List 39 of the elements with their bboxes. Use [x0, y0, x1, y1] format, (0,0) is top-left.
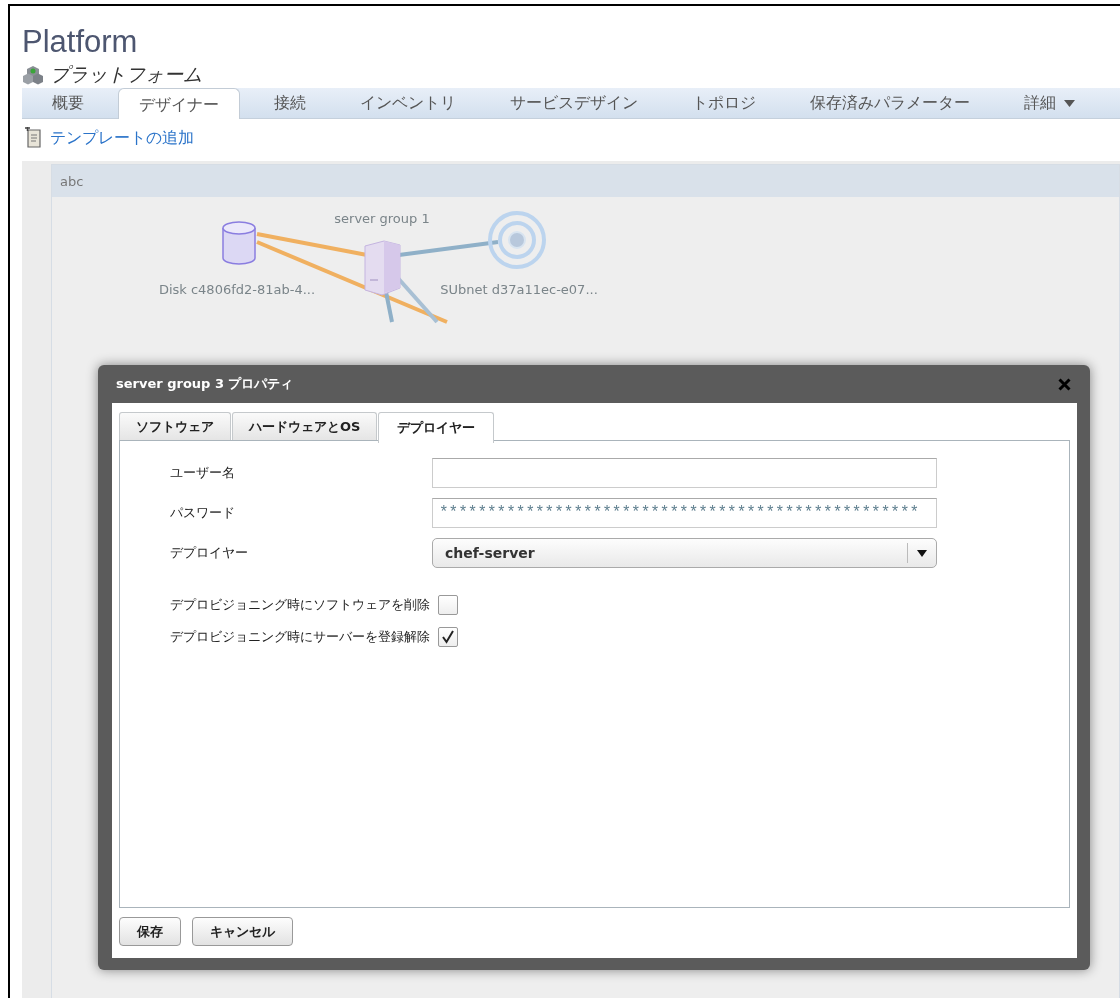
- dialog-tab[interactable]: ハードウェアとOS: [232, 412, 378, 441]
- network-icon: [487, 210, 547, 270]
- nav-tab[interactable]: 保存済みパラメーター: [783, 88, 997, 118]
- dialog-tab[interactable]: デプロイヤー: [378, 412, 495, 443]
- nav-tab[interactable]: トポロジ: [665, 88, 783, 118]
- password-field[interactable]: **************************************************: [432, 498, 937, 528]
- field-label: デプロイヤー: [170, 544, 249, 562]
- checkbox-label: デプロビジョニング時にソフトウェアを削除: [170, 596, 430, 614]
- database-icon: [221, 221, 257, 265]
- panel-title: abc: [60, 173, 84, 189]
- nav-tab[interactable]: 接続: [247, 88, 333, 118]
- document-icon: [24, 127, 44, 149]
- close-icon[interactable]: [1058, 377, 1071, 391]
- dialog-tab[interactable]: ソフトウェア: [119, 412, 231, 441]
- add-template-link[interactable]: テンプレートの追加: [50, 127, 194, 149]
- node-label: SUbnet d37a11ec-e07...: [440, 282, 598, 297]
- checkbox-label: デプロビジョニング時にサーバーを登録解除: [170, 628, 430, 646]
- cubes-icon: [22, 65, 44, 85]
- nav-tab[interactable]: サービスデザイン: [483, 88, 665, 118]
- nav-tab[interactable]: インベントリ: [333, 88, 483, 118]
- dropdown[interactable]: chef-server: [432, 538, 937, 568]
- nav-tab[interactable]: 概要: [25, 88, 111, 118]
- dialog-title: server group 3 プロパティ: [116, 375, 294, 393]
- field-label: パスワード: [170, 504, 236, 522]
- node-label: Disk c4806fd2-81ab-4...: [158, 282, 316, 297]
- caret-icon: [917, 549, 927, 557]
- checkbox[interactable]: [438, 595, 458, 615]
- dialog-button[interactable]: 保存: [119, 917, 181, 946]
- field-label: ユーザー名: [170, 464, 236, 482]
- node-label: server group 1: [334, 211, 430, 226]
- page-subtitle: プラットフォーム: [50, 63, 202, 87]
- caret-icon: [1064, 99, 1075, 107]
- menu-tab[interactable]: 詳細: [997, 88, 1089, 118]
- server-icon: [362, 240, 402, 296]
- page-title: Platform: [22, 24, 138, 60]
- dialog-button[interactable]: キャンセル: [192, 917, 293, 946]
- nav-tab[interactable]: デザイナー: [118, 88, 240, 119]
- input-field[interactable]: [432, 458, 937, 488]
- checkbox[interactable]: [438, 627, 458, 647]
